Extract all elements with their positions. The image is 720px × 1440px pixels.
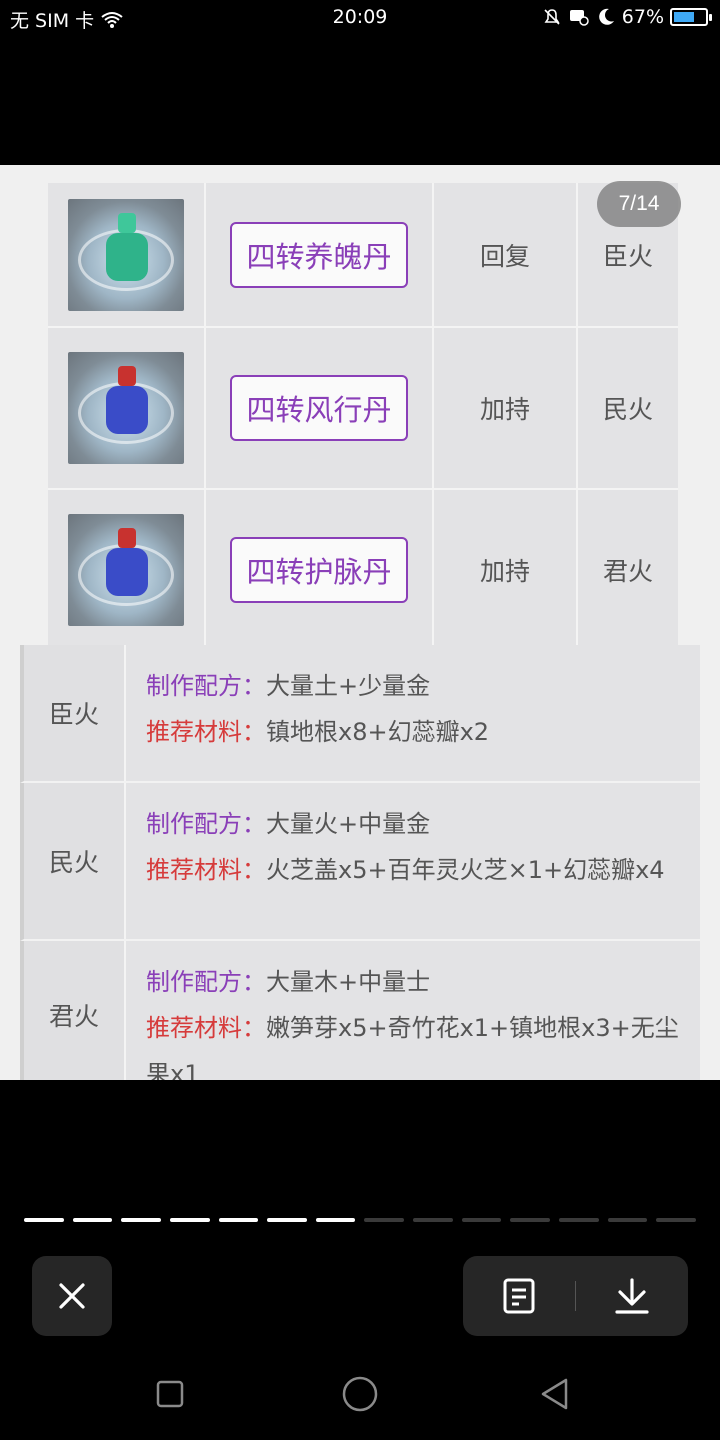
square-icon xyxy=(156,1380,184,1408)
formula-line: 制作配方：大量木+中量士 xyxy=(146,959,680,1005)
progress-segment xyxy=(461,1218,502,1222)
progress-segment xyxy=(559,1218,599,1222)
recipe-row: 臣火 制作配方：大量土+少量金 推荐材料：镇地根x8+幻蕊瓣x2 xyxy=(20,645,700,783)
pill-image xyxy=(68,514,184,626)
pill-name-cell: 四转护脉丹 xyxy=(206,490,434,650)
progress-segment xyxy=(364,1218,405,1222)
pill-image-cell xyxy=(48,328,206,488)
status-bar: 无 SIM 卡 20:09 67% xyxy=(0,0,720,36)
pill-image-cell xyxy=(48,183,206,326)
pill-fire: 民火 xyxy=(578,328,678,488)
pill-row: 四转养魄丹 回复 臣火 xyxy=(48,183,678,328)
system-nav-bar xyxy=(0,1360,720,1424)
progress-segment xyxy=(72,1218,113,1222)
message-blocked-icon xyxy=(569,10,589,26)
moon-icon xyxy=(598,8,614,25)
recipe-fire: 民火 xyxy=(24,783,126,939)
download-button[interactable] xyxy=(576,1256,688,1336)
recipe-fire: 臣火 xyxy=(24,645,126,781)
progress-segment xyxy=(24,1218,64,1222)
formula-value: 大量火+中量金 xyxy=(266,810,431,838)
pill-fire: 君火 xyxy=(578,490,678,650)
page-indicator-badge: 7/14 xyxy=(597,181,681,227)
pill-name: 四转护脉丹 xyxy=(230,537,408,603)
circle-icon xyxy=(342,1376,378,1412)
materials-label: 推荐材料： xyxy=(146,1014,266,1042)
image-viewer[interactable]: 四转养魄丹 回复 臣火 四转风行丹 加持 民火 四转护脉丹 加持 君火 臣火 制… xyxy=(0,165,720,1080)
home-button[interactable] xyxy=(340,1374,380,1414)
pill-type: 回复 xyxy=(434,183,578,326)
progress-segment xyxy=(607,1218,648,1222)
battery-icon xyxy=(670,8,712,26)
pill-name-cell: 四转风行丹 xyxy=(206,328,434,488)
formula-value: 大量木+中量士 xyxy=(266,968,431,996)
materials-value: 镇地根x8+幻蕊瓣x2 xyxy=(266,718,490,746)
materials-line: 推荐材料：嫩笋芽x5+奇竹花x1+镇地根x3+无尘果x1 xyxy=(146,1005,680,1080)
recents-button[interactable] xyxy=(150,1374,190,1414)
pill-table: 四转养魄丹 回复 臣火 四转风行丹 加持 民火 四转护脉丹 加持 君火 xyxy=(48,183,678,652)
document-button[interactable] xyxy=(463,1256,575,1336)
pill-name-cell: 四转养魄丹 xyxy=(206,183,434,326)
status-right: 67% xyxy=(542,6,712,28)
close-button[interactable] xyxy=(32,1256,112,1336)
pill-type: 加持 xyxy=(434,490,578,650)
formula-label: 制作配方： xyxy=(146,968,266,996)
page-progress xyxy=(24,1218,696,1222)
battery-percent: 67% xyxy=(621,6,664,28)
formula-line: 制作配方：大量土+少量金 xyxy=(146,663,680,709)
document-icon xyxy=(503,1278,535,1314)
pill-type: 加持 xyxy=(434,328,578,488)
recipe-row: 君火 制作配方：大量木+中量士 推荐材料：嫩笋芽x5+奇竹花x1+镇地根x3+无… xyxy=(20,941,700,1080)
materials-label: 推荐材料： xyxy=(146,718,266,746)
pill-name: 四转风行丹 xyxy=(230,375,408,441)
progress-segment xyxy=(267,1218,307,1222)
formula-label: 制作配方： xyxy=(146,810,266,838)
materials-line: 推荐材料：镇地根x8+幻蕊瓣x2 xyxy=(146,709,680,755)
progress-segment xyxy=(121,1218,161,1222)
formula-line: 制作配方：大量火+中量金 xyxy=(146,801,680,847)
progress-segment xyxy=(169,1218,210,1222)
back-button[interactable] xyxy=(535,1374,575,1414)
close-icon xyxy=(59,1283,85,1309)
recipe-fire: 君火 xyxy=(24,941,126,1080)
recipe-body: 制作配方：大量火+中量金 推荐材料：火芝盖x5+百年灵火芝×1+幻蕊瓣x4 xyxy=(126,783,700,939)
progress-segment xyxy=(218,1218,259,1222)
formula-value: 大量土+少量金 xyxy=(266,672,431,700)
materials-value: 火芝盖x5+百年灵火芝×1+幻蕊瓣x4 xyxy=(266,856,665,884)
pill-image xyxy=(68,352,184,464)
recipe-table: 臣火 制作配方：大量土+少量金 推荐材料：镇地根x8+幻蕊瓣x2 民火 制作配方… xyxy=(20,645,700,1080)
pill-row: 四转护脉丹 加持 君火 xyxy=(48,490,678,652)
recipe-body: 制作配方：大量木+中量士 推荐材料：嫩笋芽x5+奇竹花x1+镇地根x3+无尘果x… xyxy=(126,941,700,1080)
pill-row: 四转风行丹 加持 民火 xyxy=(48,328,678,490)
recipe-body: 制作配方：大量土+少量金 推荐材料：镇地根x8+幻蕊瓣x2 xyxy=(126,645,700,781)
materials-label: 推荐材料： xyxy=(146,856,266,884)
mute-bell-icon xyxy=(544,9,560,25)
pill-image-cell xyxy=(48,490,206,650)
formula-label: 制作配方： xyxy=(146,672,266,700)
materials-line: 推荐材料：火芝盖x5+百年灵火芝×1+幻蕊瓣x4 xyxy=(146,847,680,893)
pill-image xyxy=(68,198,184,311)
recipe-row: 民火 制作配方：大量火+中量金 推荐材料：火芝盖x5+百年灵火芝×1+幻蕊瓣x4 xyxy=(20,783,700,941)
progress-segment xyxy=(656,1218,696,1222)
progress-segment xyxy=(510,1218,551,1222)
action-group xyxy=(463,1256,688,1336)
pill-name: 四转养魄丹 xyxy=(230,221,408,288)
download-icon xyxy=(615,1278,649,1314)
triangle-back-icon xyxy=(541,1378,568,1410)
progress-segment xyxy=(315,1218,356,1222)
progress-segment xyxy=(413,1218,453,1222)
